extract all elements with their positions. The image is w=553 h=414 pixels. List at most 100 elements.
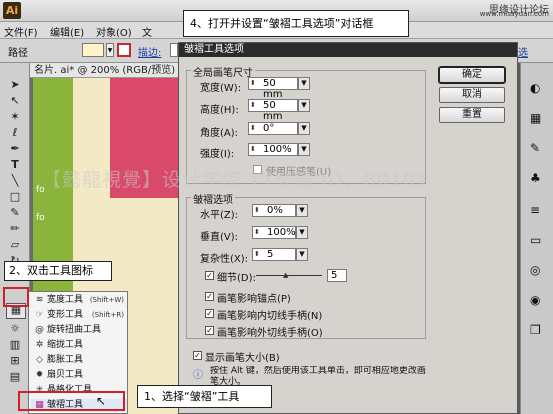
- rectangle-tool-icon[interactable]: □: [8, 191, 22, 203]
- width-label: 宽度(W):: [200, 83, 242, 94]
- intensity-dropdown-icon[interactable]: ▼: [298, 143, 310, 156]
- callout-step4: 4、打开并设置“皱褶工具选项”对话框: [183, 10, 409, 37]
- menu-edit[interactable]: 编辑(E): [50, 24, 84, 39]
- selection-tool-icon[interactable]: ➤: [8, 79, 22, 91]
- gradient-panel-icon[interactable]: ▭: [530, 233, 541, 247]
- intensity-spinner-icon[interactable]: ⬍: [250, 145, 260, 154]
- detail-checkbox[interactable]: ✓: [205, 271, 214, 280]
- detail-slider-thumb-icon[interactable]: ▲: [283, 271, 288, 279]
- height-dropdown-icon[interactable]: ▼: [298, 99, 310, 112]
- detail-field[interactable]: 5: [327, 269, 347, 282]
- reset-button[interactable]: 重置: [439, 107, 505, 123]
- stroke-weight-field[interactable]: [170, 43, 178, 57]
- width-dropdown-icon[interactable]: ▼: [298, 77, 310, 90]
- eraser-icon[interactable]: ▱: [8, 239, 22, 251]
- horizontal-field[interactable]: ⬍ 0%: [252, 204, 296, 217]
- stroke-swatch[interactable]: [117, 43, 131, 57]
- callout-step2: 2、双击工具图标: [4, 261, 112, 281]
- pencil-icon[interactable]: ✏: [8, 223, 22, 235]
- menu-file[interactable]: 文件(F): [4, 24, 38, 39]
- complexity-field[interactable]: ⬍ 5: [252, 248, 296, 261]
- intensity-field[interactable]: ⬍ 100%: [248, 143, 298, 156]
- width-field[interactable]: ⬍ 50 mm: [248, 77, 298, 100]
- vertical-label: 垂直(V):: [200, 232, 239, 243]
- stroke-link[interactable]: 描边:: [138, 44, 161, 59]
- info-icon: ⓘ: [193, 370, 203, 381]
- flyout-width-tool[interactable]: ≋ 宽度工具 (Shift+W): [31, 294, 127, 307]
- pucker-tool-icon: ✲: [35, 340, 44, 350]
- angle-spinner-icon[interactable]: ⬍: [250, 124, 260, 133]
- vertical-dropdown-icon[interactable]: ▼: [296, 226, 308, 239]
- tools-panel: ➤ ↖ ✶ ℓ ✒ T ╲ □ ✎ ✏ ▱ ↻ ⤢ ▦ ☼ ▥ ⊞ ▤: [0, 63, 30, 414]
- selection-type-label: 路径: [8, 48, 28, 59]
- show-brush-size-label: 显示画笔大小(B): [205, 353, 280, 364]
- intensity-label: 强度(I):: [200, 149, 235, 160]
- flyout-bloat-tool[interactable]: ◇ 膨胀工具: [31, 354, 127, 367]
- color-panel-icon[interactable]: ◐: [530, 81, 540, 95]
- horizontal-dropdown-icon[interactable]: ▼: [296, 204, 308, 217]
- horizontal-label: 水平(Z):: [200, 210, 239, 221]
- transparency-icon[interactable]: ◎: [530, 263, 540, 277]
- swatches-icon[interactable]: ▦: [530, 111, 541, 125]
- twirl-tool-icon: @: [35, 325, 44, 335]
- type-tool-icon[interactable]: T: [8, 159, 22, 171]
- flyout-twirl-tool[interactable]: @ 旋转扭曲工具: [31, 324, 127, 337]
- cancel-button[interactable]: 取消: [439, 87, 505, 103]
- angle-dropdown-icon[interactable]: ▼: [298, 122, 310, 135]
- gradient-tool-icon[interactable]: ▤: [8, 371, 22, 383]
- crinkle-options-group-title: 皱褶选项: [191, 191, 235, 206]
- graph-tool-icon[interactable]: ▥: [8, 339, 22, 351]
- vertical-spinner-icon[interactable]: ⬍: [254, 228, 264, 237]
- vertical-field[interactable]: ⬍ 100%: [252, 226, 296, 239]
- height-field[interactable]: ⬍ 50 mm: [248, 99, 298, 122]
- line-tool-icon[interactable]: ╲: [8, 175, 22, 187]
- fill-dropdown-icon[interactable]: ▼: [106, 43, 114, 57]
- scallop-tool-icon: ✹: [35, 370, 44, 380]
- flyout-pucker-tool[interactable]: ✲ 缩拢工具: [31, 339, 127, 352]
- channel-watermark: 【懿龍視覺】设计学院 YY频道 ID：80101: [42, 169, 429, 191]
- lasso-icon[interactable]: ℓ: [8, 127, 22, 139]
- magic-wand-icon[interactable]: ✶: [8, 111, 22, 123]
- in-tangent-checkbox[interactable]: ✓: [205, 309, 214, 318]
- symbol-sprayer-icon[interactable]: ☼: [8, 323, 22, 335]
- complexity-label: 复杂性(X):: [200, 254, 249, 265]
- highlight-crinkle-item: [18, 391, 125, 411]
- show-brush-size-checkbox[interactable]: ✓: [193, 351, 202, 360]
- complexity-spinner-icon[interactable]: ⬍: [254, 250, 264, 259]
- menu-object[interactable]: 对象(O): [96, 24, 132, 39]
- stroke-panel-icon[interactable]: ≡: [530, 203, 540, 217]
- mouse-cursor-icon: ↖: [96, 394, 107, 408]
- brushes-icon[interactable]: ✎: [530, 141, 540, 155]
- select-link[interactable]: 选: [518, 44, 528, 59]
- flyout-scallop-tool[interactable]: ✹ 扇贝工具: [31, 369, 127, 382]
- warp-tool-icon: ☞: [35, 310, 44, 320]
- angle-field[interactable]: ⬍ 0°: [248, 122, 298, 135]
- height-label: 高度(H):: [200, 105, 239, 116]
- fill-swatch[interactable]: [82, 43, 104, 57]
- menu-text[interactable]: 文: [142, 24, 152, 39]
- mesh-tool-icon[interactable]: ⊞: [8, 355, 22, 367]
- site-url-watermark: www.missyuan.com: [479, 10, 549, 18]
- direct-selection-tool-icon[interactable]: ↖: [8, 95, 22, 107]
- paintbrush-icon[interactable]: ✎: [8, 207, 22, 219]
- horizontal-spinner-icon[interactable]: ⬍: [254, 206, 264, 215]
- appearance-icon[interactable]: ◉: [530, 293, 540, 307]
- anchor-checkbox[interactable]: ✓: [205, 292, 214, 301]
- document-tab[interactable]: 名片. ai* @ 200% (RGB/预览): [30, 63, 178, 78]
- dialog-title: 皱褶工具选项: [179, 43, 517, 57]
- layers-icon[interactable]: ❐: [530, 323, 541, 337]
- symbols-icon[interactable]: ♣: [530, 171, 541, 185]
- out-tangent-checkbox[interactable]: ✓: [205, 326, 214, 335]
- ok-button[interactable]: 确定: [439, 67, 505, 83]
- complexity-dropdown-icon[interactable]: ▼: [296, 248, 308, 261]
- anchor-label: 画笔影响锚点(P): [217, 294, 291, 305]
- width-spinner-icon[interactable]: ⬍: [250, 79, 260, 88]
- height-spinner-icon[interactable]: ⬍: [250, 101, 260, 110]
- angle-label: 角度(A):: [200, 128, 239, 139]
- width-tool-icon: ≋: [35, 295, 44, 305]
- bloat-tool-icon: ◇: [36, 355, 43, 365]
- pen-tool-icon[interactable]: ✒: [8, 143, 22, 155]
- detail-slider-track[interactable]: [256, 275, 322, 276]
- callout-step1: 1、选择“皱褶”工具: [137, 385, 272, 408]
- flyout-warp-tool[interactable]: ☞ 变形工具 (Shift+R): [31, 309, 127, 322]
